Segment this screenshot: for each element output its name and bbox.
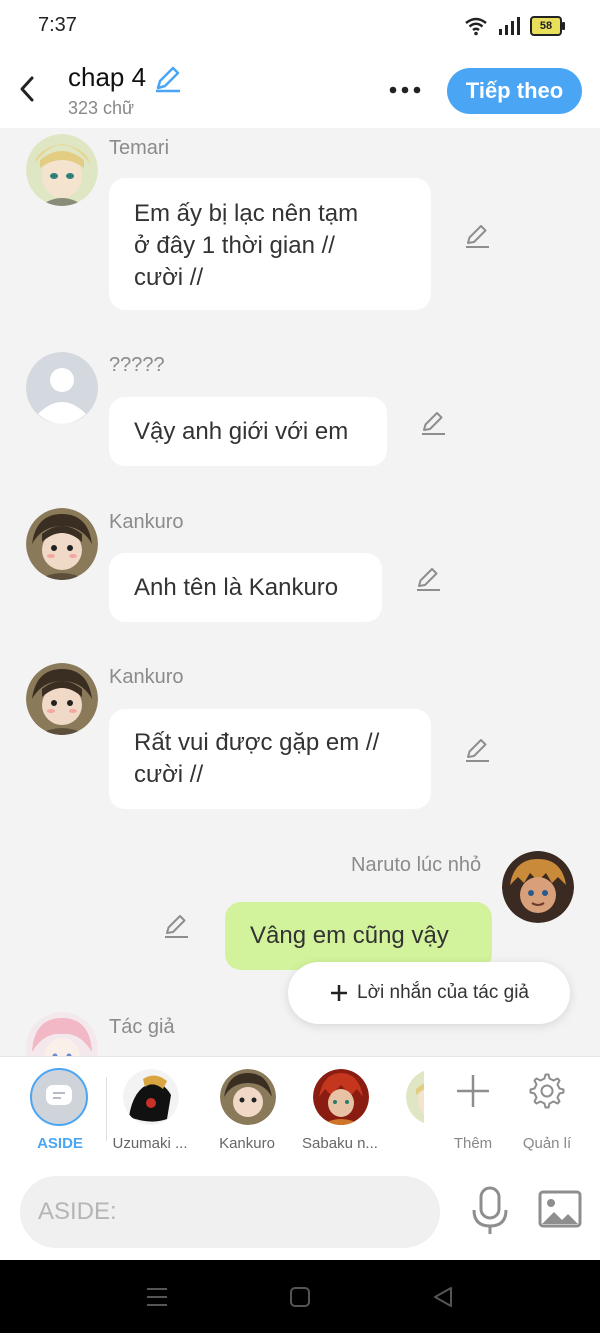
character-kankuro[interactable]: Kankuro [202,1057,292,1165]
plus-icon [457,1075,489,1107]
menu-icon[interactable] [144,1284,170,1310]
message-line: ở đây 1 thời gian // [134,232,335,259]
message-line: cười // [134,761,204,788]
sender-name: Kankuro [109,511,184,533]
aside-label: ASIDE [37,1135,83,1152]
microphone-icon[interactable] [470,1186,510,1236]
sender-name: Tác giả [109,1016,175,1038]
wifi-icon [465,17,487,36]
avatar-unknown[interactable] [26,352,98,424]
message-bubble[interactable]: Vậy anh giới với em [109,397,387,466]
image-icon[interactable] [538,1190,582,1230]
edit-message-icon[interactable] [463,736,491,764]
back-nav-icon[interactable] [430,1284,456,1310]
message-line: Vâng em cũng vậy [250,922,449,949]
character-label: Uzumaki ... [112,1135,188,1152]
sender-name: Temari [109,137,170,159]
message-bubble[interactable]: Anh tên là Kankuro [109,553,382,622]
character-label: Sabaku n... [302,1135,378,1152]
character-uzumaki[interactable]: Uzumaki ... [105,1057,195,1165]
character-avatar [123,1069,179,1125]
sender-name: Kankuro [109,666,184,688]
message-line: Vậy anh giới với em [134,418,349,445]
plus-icon [331,985,348,1001]
edit-message-icon[interactable] [414,565,442,593]
manage-label: Quản lí [522,1135,572,1152]
message-line: Anh tên là Kankuro [134,574,339,601]
avatar-author[interactable] [26,1012,98,1056]
character-label: Kankuro [219,1135,275,1152]
system-nav-bar [0,1260,600,1333]
character-selector: ASIDE Uzumaki ... Kankuro Sabaku n... Th… [0,1056,600,1165]
gear-icon [529,1073,565,1109]
character-avatar [406,1069,424,1125]
message-line: cười // [134,264,204,291]
edit-message-icon[interactable] [463,222,491,250]
status-time: 7:37 [38,14,77,36]
add-character-button[interactable]: Thêm [438,1071,508,1161]
home-icon[interactable] [287,1284,313,1310]
word-count: 323 chữ [68,98,135,118]
message-input-bar [0,1164,600,1260]
avatar-kankuro[interactable] [26,508,98,580]
character-temari[interactable]: Te [388,1057,424,1165]
aside-bubble-icon [46,1085,72,1105]
more-options-icon[interactable] [386,76,426,104]
next-button[interactable]: Tiếp theo [447,68,582,114]
status-bar: 7:37 58 [0,0,600,52]
editor-header: chap 4 323 chữ Tiếp theo [0,52,600,128]
message-line: Em ấy bị lạc nên tạm [134,200,359,227]
message-input[interactable] [20,1176,440,1248]
author-note-label: Lời nhắn của tác giả [357,982,529,1003]
sender-name: ????? [109,354,165,376]
edit-message-icon[interactable] [419,409,447,437]
author-note-button[interactable]: Lời nhắn của tác giả [288,962,570,1024]
avatar-naruto[interactable] [502,851,574,923]
message-bubble[interactable]: Em ấy bị lạc nên tạm ở đây 1 thời gian /… [109,178,431,310]
signal-icon [499,17,520,35]
status-icons: 58 [464,14,565,38]
sender-name: Naruto lúc nhỏ [351,854,482,876]
character-sabaku[interactable]: Sabaku n... [295,1057,385,1165]
character-avatar [220,1069,276,1125]
battery-icon: 58 [530,16,565,36]
avatar-temari[interactable] [26,134,98,206]
manage-characters-button[interactable]: Quản lí [512,1071,582,1161]
message-bubble[interactable]: Rất vui được gặp em // cười // [109,709,431,809]
back-arrow-icon[interactable] [14,74,40,104]
add-label: Thêm [453,1135,493,1152]
edit-title-pencil-icon[interactable] [152,64,182,94]
message-line: Rất vui được gặp em // [134,729,380,756]
character-aside[interactable]: ASIDE [0,1057,120,1165]
my-message-bubble[interactable]: Vâng em cũng vậy [225,902,492,970]
character-avatar [313,1069,369,1125]
chat-area[interactable]: Temari Em ấy bị lạc nên tạm ở đây 1 thời… [0,128,600,1056]
character-label: Te [388,1135,424,1152]
edit-message-icon[interactable] [162,912,190,940]
avatar-kankuro[interactable] [26,663,98,735]
chapter-title[interactable]: chap 4 [68,62,146,93]
